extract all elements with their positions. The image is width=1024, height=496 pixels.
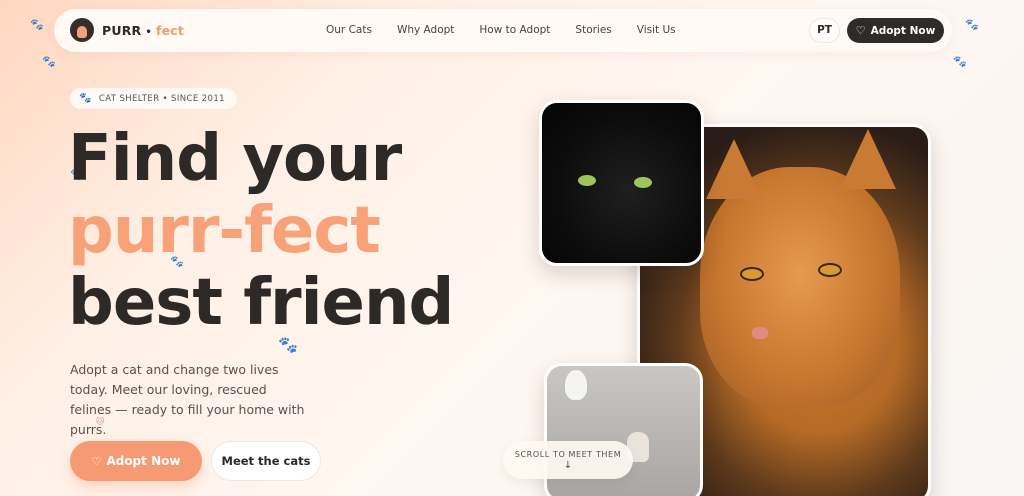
black-cat-photo <box>539 100 704 266</box>
brand-name: PURR • fect <box>102 22 185 38</box>
arrow-down-icon: ↓ <box>563 460 573 471</box>
cat-eye <box>818 263 842 277</box>
brand-logo[interactable]: PURR • fect <box>70 18 184 42</box>
feather-toy <box>565 370 587 400</box>
cat-eye <box>634 177 652 188</box>
paw-icon: 🐾 <box>42 55 56 68</box>
adopt-now-button[interactable]: ♡ Adopt Now <box>70 441 202 481</box>
paw-icon: 🐾 <box>965 18 979 31</box>
cat-ear <box>840 129 896 189</box>
heart-icon: ♡ <box>91 454 102 468</box>
meet-the-cats-button[interactable]: Meet the cats <box>211 441 321 481</box>
badge-text: CAT SHELTER • SINCE 2011 <box>98 93 225 104</box>
cat-face <box>700 129 900 407</box>
nav-our-cats[interactable]: Our Cats <box>326 24 372 36</box>
nav-visit-us[interactable]: Visit Us <box>637 24 676 36</box>
paw-badge-icon: 🐾 <box>79 93 92 104</box>
top-navbar: PURR • fect Our Cats Why Adopt How to Adop… <box>54 9 952 52</box>
main-menu: Our Cats Why Adopt How to Adopt Stories … <box>326 24 701 36</box>
hero-description: Adopt a cat and change two lives today. … <box>70 362 305 437</box>
nav-why-adopt[interactable]: Why Adopt <box>397 24 454 36</box>
scroll-indicator[interactable]: SCROLL TO MEET THEM ↓ <box>503 441 633 479</box>
headline-line-3: best friend <box>68 266 454 340</box>
nav-adopt-label: Adopt Now <box>870 24 936 37</box>
cat-ear <box>706 139 762 199</box>
adopt-now-label: Adopt Now <box>106 454 181 468</box>
nav-how-to-adopt[interactable]: How to Adopt <box>479 24 550 36</box>
language-switch[interactable]: PT <box>809 18 840 43</box>
shelter-badge: 🐾 CAT SHELTER • SINCE 2011 <box>70 88 237 109</box>
hero-headline: Find your purr-fect best friend <box>68 122 454 340</box>
nav-adopt-button[interactable]: ♡ Adopt Now <box>847 18 944 43</box>
cat-nose <box>752 327 768 339</box>
headline-line-1: Find your <box>68 122 402 196</box>
cat-eye <box>578 175 596 186</box>
headline-line-2: purr-fect <box>68 194 381 268</box>
cat-eye <box>740 267 764 281</box>
cat-logo-icon <box>70 18 94 42</box>
heart-icon: ♡ <box>855 24 866 37</box>
paw-icon: 🐾 <box>30 18 44 31</box>
scroll-label: SCROLL TO MEET THEM <box>514 450 622 459</box>
nav-stories[interactable]: Stories <box>575 24 611 36</box>
paw-icon: 🐾 <box>953 55 967 68</box>
